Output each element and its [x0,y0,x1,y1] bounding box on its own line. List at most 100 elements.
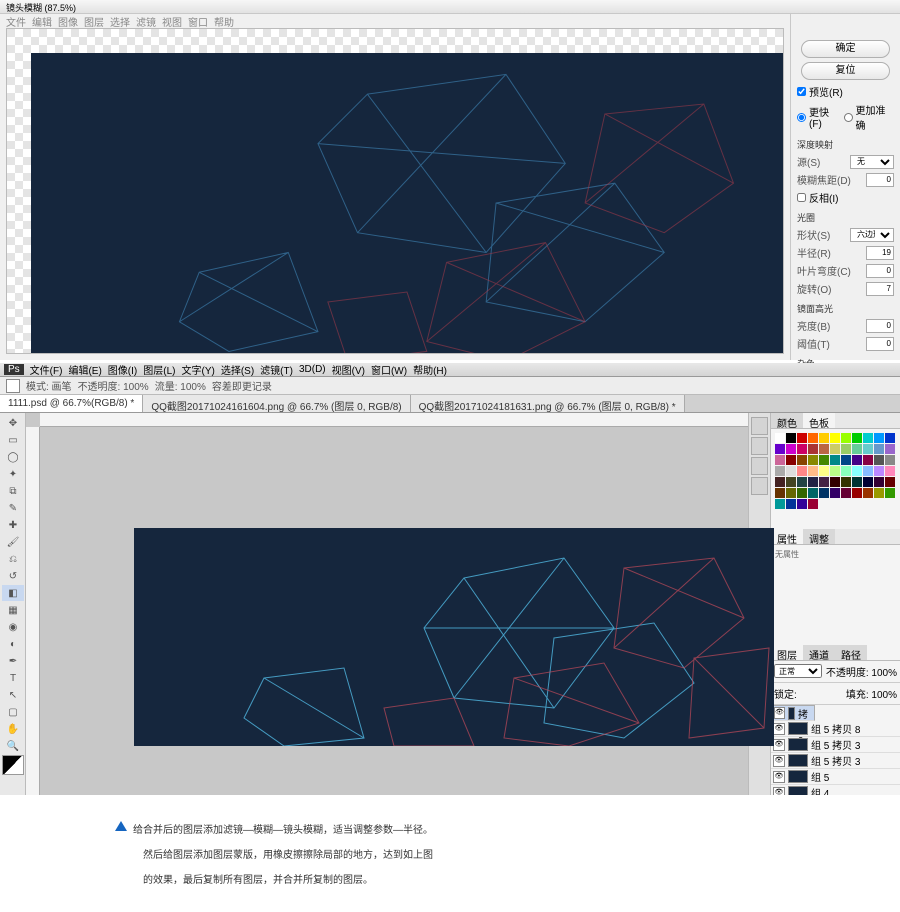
shape-select[interactable]: 六边形 (6) [850,228,894,242]
menubar[interactable]: Ps 文件(F) 编辑(E) 图像(I) 图层(L) 文字(Y) 选择(S) 滤… [0,363,900,377]
swatch[interactable] [808,444,818,454]
swatch[interactable] [797,433,807,443]
swatch[interactable] [874,477,884,487]
eraser-tool-icon[interactable]: ◧ [2,585,24,601]
swatch[interactable] [874,466,884,476]
history-icon[interactable] [751,417,768,435]
blur-tool-icon[interactable]: ◉ [2,619,24,635]
swatch[interactable] [819,455,829,465]
swatch[interactable] [797,455,807,465]
threshold-input[interactable] [866,337,894,351]
tab-adjust[interactable]: 调整 [803,529,835,544]
visibility-icon[interactable]: 👁 [774,707,785,719]
tab-swatches[interactable]: 色板 [803,413,835,428]
preview-checkbox[interactable] [797,87,806,96]
swatch[interactable] [786,499,796,509]
swatch[interactable] [885,466,895,476]
swatch[interactable] [786,433,796,443]
swatch[interactable] [874,455,884,465]
dodge-tool-icon[interactable]: ◐ [2,636,24,652]
swatch[interactable] [775,488,785,498]
swatch[interactable] [863,466,873,476]
actions-icon[interactable] [751,437,768,455]
faster-radio[interactable] [797,113,806,122]
swatch[interactable] [863,488,873,498]
swatch[interactable] [786,466,796,476]
swatch[interactable] [863,444,873,454]
char-icon[interactable] [751,457,768,475]
swatch[interactable] [852,444,862,454]
swatch[interactable] [885,444,895,454]
layer-row[interactable]: 👁组 5 拷贝 3 [771,737,900,753]
visibility-icon[interactable]: 👁 [773,723,785,735]
ok-button[interactable]: 确定 [801,40,890,58]
lasso-tool-icon[interactable]: ◯ [2,449,24,465]
bladecurv-input[interactable] [866,264,894,278]
swatch[interactable] [775,433,785,443]
swatch[interactable] [797,477,807,487]
swatch[interactable] [830,466,840,476]
swatch[interactable] [808,455,818,465]
swatch[interactable] [775,466,785,476]
history-brush-icon[interactable]: ↺ [2,568,24,584]
layer-row[interactable]: 👁组 4 [771,785,900,795]
swatch[interactable] [885,488,895,498]
swatch[interactable] [863,477,873,487]
swatch[interactable] [797,499,807,509]
reset-button[interactable]: 复位 [801,62,890,80]
invert-checkbox[interactable] [797,193,806,202]
crop-tool-icon[interactable]: ⧉ [2,483,24,499]
swatch[interactable] [808,466,818,476]
eyedropper-tool-icon[interactable]: ✎ [2,500,24,516]
swatch[interactable] [852,477,862,487]
swatch[interactable] [841,455,851,465]
swatch[interactable] [797,444,807,454]
swatch[interactable] [841,433,851,443]
swatch[interactable] [863,455,873,465]
marquee-tool-icon[interactable]: ▭ [2,432,24,448]
pen-tool-icon[interactable]: ✒ [2,653,24,669]
path-select-icon[interactable]: ↖ [2,687,24,703]
rotation-input[interactable] [866,282,894,296]
swatch[interactable] [775,477,785,487]
swatch[interactable] [797,488,807,498]
swatch[interactable] [819,488,829,498]
swatch[interactable] [819,433,829,443]
radius-input[interactable] [866,246,894,260]
canvas-area[interactable] [26,413,748,795]
swatch[interactable] [830,488,840,498]
swatch[interactable] [786,444,796,454]
swatch[interactable] [841,444,851,454]
swatch[interactable] [841,466,851,476]
layer-row[interactable]: 👁组 5 拷贝 9 [771,705,815,721]
swatch[interactable] [874,433,884,443]
tab-paths[interactable]: 路径 [835,645,867,660]
swatch[interactable] [830,433,840,443]
swatch[interactable] [885,477,895,487]
swatch[interactable] [775,444,785,454]
swatch[interactable] [808,477,818,487]
swatch[interactable] [819,444,829,454]
shape-tool-icon[interactable]: ▢ [2,704,24,720]
swatch[interactable] [808,433,818,443]
swatch[interactable] [830,444,840,454]
gradient-tool-icon[interactable]: ▦ [2,602,24,618]
swatch[interactable] [885,433,895,443]
swatch[interactable] [852,433,862,443]
swatch[interactable] [841,488,851,498]
swatch[interactable] [841,477,851,487]
visibility-icon[interactable]: 👁 [773,787,785,796]
swatch[interactable] [786,477,796,487]
swatch[interactable] [830,477,840,487]
layer-row[interactable]: 👁组 5 拷贝 3 [771,753,900,769]
move-tool-icon[interactable]: ✥ [2,415,24,431]
swatches-panel[interactable] [771,429,900,529]
tab-channels[interactable]: 通道 [803,645,835,660]
swatch[interactable] [830,455,840,465]
blend-mode-select[interactable]: 正常 [774,664,822,678]
wand-tool-icon[interactable]: ✦ [2,466,24,482]
tab-layers[interactable]: 图层 [771,645,803,660]
swatch[interactable] [885,455,895,465]
blurfocal-input[interactable] [866,173,894,187]
eraser-preset-icon[interactable] [6,379,20,393]
